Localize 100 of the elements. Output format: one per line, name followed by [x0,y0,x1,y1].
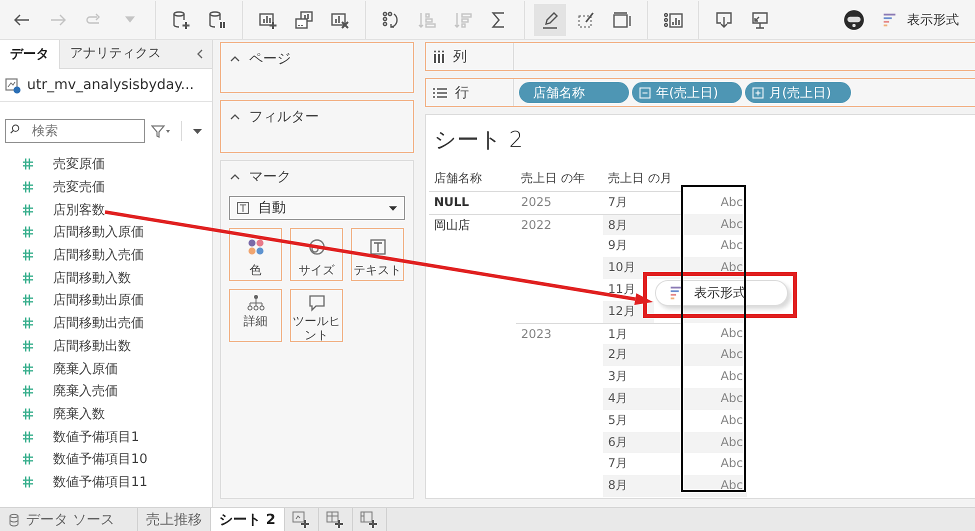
column-header: 店舗名称 [429,170,516,192]
column-header: 売上日 の年 [516,170,603,192]
hash-icon [22,316,34,330]
store-cell: 岡山店 [429,214,516,497]
mark-button[interactable]: ツールヒント [290,289,343,342]
card-title: マーク [249,168,291,186]
pen-icon [540,10,560,30]
monitor-icon [750,10,770,30]
download-icon [714,10,734,30]
value-cell: Abc [682,344,747,366]
columns-icon [433,50,445,64]
month-cell-text: 3月 [607,368,629,386]
toolbar-button[interactable] [534,4,566,36]
mark-button[interactable]: 詳細 [229,289,282,342]
hash-icon [22,248,34,262]
hash-icon [22,202,34,217]
collapse-icon[interactable] [229,112,241,122]
caret-icon[interactable] [192,128,203,134]
size-circles-icon [308,238,326,256]
mark-button[interactable]: テキスト [351,228,404,281]
value-cell-text: Abc [720,412,744,429]
new-dashboard-icon [326,510,344,528]
text-icon [236,201,250,215]
field-item[interactable]: 店間移動入原価 [0,221,212,244]
datasource-name[interactable]: utr_mv_analysisbyday... [27,77,194,93]
month-cell: 4月 [603,388,682,410]
value-cell: Abc [682,432,747,454]
hash-icon [22,157,34,172]
field-item[interactable]: 廃棄入原価 [0,357,212,380]
datasource-icon [4,76,21,94]
value-cell: Abc [682,214,747,236]
field-item[interactable]: 数値予備項目1 [0,425,212,448]
month-cell-text: 9月 [607,237,629,254]
value-cell-text: Abc [720,455,744,472]
field-item[interactable]: 店間移動入売価 [0,244,212,266]
field-item[interactable]: 店間移動出原価 [0,289,212,312]
hash-icon [22,384,34,398]
database-icon [8,512,20,526]
field-item[interactable]: 店間移動入数 [0,266,212,290]
month-cell: 8月 [603,475,682,497]
field-item[interactable]: 売変原価 [0,153,212,176]
hash-icon [22,293,34,308]
month-cell: 2月 [603,344,682,366]
sheet-tab[interactable]: シート 2 [211,508,285,531]
collapse-icon[interactable] [229,54,241,64]
selection-icon [576,10,596,30]
value-cell: Abc [682,388,747,410]
column-header: 売上日 の月 [603,170,682,192]
frame-icon [612,10,632,30]
plus-box-icon [752,86,764,98]
search-field[interactable]: 検索 [5,119,145,143]
hash-icon [22,406,34,421]
shelf-label: 行 [455,84,469,102]
filter-icon[interactable] [151,124,171,138]
speech-bubble-icon [308,294,326,312]
field-item[interactable]: 店別客数 [0,198,212,222]
rows-icon [433,86,447,98]
value-cell-text: Abc [720,194,744,211]
year-cell-text: 2025 [520,194,553,211]
new-story-icon [360,510,378,528]
month-cell-text: 11月 [607,280,636,298]
minus-box-icon [639,86,651,98]
text-icon [368,238,386,256]
database-add-icon [171,10,191,30]
field-item[interactable]: 店間移動出売価 [0,312,212,334]
card-title: ページ [249,50,291,68]
month-cell-text: 7月 [607,455,629,472]
hierarchy-icon [246,294,264,312]
hash-icon [22,362,34,376]
collapse-icon[interactable] [229,172,241,182]
month-cell-text: 5月 [607,412,629,429]
month-cell: 8月 [603,214,682,236]
field-item[interactable]: 数値予備項目11 [0,470,212,494]
hash-icon [22,180,34,194]
field-item[interactable]: 廃棄入数 [0,402,212,426]
data-source-tab[interactable]: データ ソース [0,508,138,531]
hash-icon [22,338,34,353]
field-item[interactable]: 店間移動出数 [0,334,212,358]
field-item[interactable]: 売変売価 [0,176,212,198]
shelf-label: 列 [453,48,467,66]
new-sheet-icon [292,510,310,528]
value-cell-text: Abc [720,324,744,342]
hash-icon [22,452,34,466]
columns-shelf[interactable]: 列 [425,42,975,71]
mark-button[interactable]: 色 [229,228,282,281]
sheet-title: シート 2 [433,127,524,155]
chart-stack-icon [294,10,314,30]
card-title: フィルター [249,108,319,126]
field-item[interactable]: 廃棄入売価 [0,380,212,403]
field-item[interactable]: 数値予備項目10 [0,448,212,471]
mark-button[interactable]: サイズ [290,228,343,281]
value-cell-text: Abc [720,368,744,386]
hash-icon [22,430,34,444]
store-cell-text: NULL [433,194,470,211]
month-cell: 6月 [603,432,682,454]
mark-type-dropdown[interactable]: 自動 [229,196,405,220]
pane-tab[interactable]: データ [0,40,60,69]
value-cell-text: Abc [720,237,744,254]
format-button[interactable]: 表示形式 [875,4,965,34]
circle-icon[interactable] [843,8,865,30]
